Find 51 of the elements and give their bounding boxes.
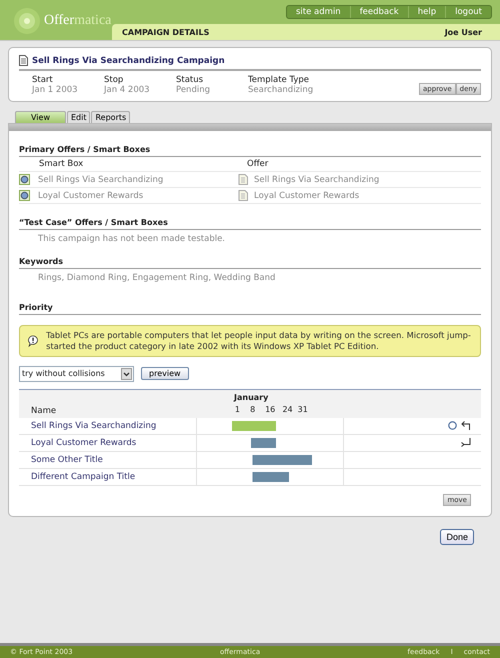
month-label: January bbox=[234, 392, 268, 402]
tab[interactable]: View bbox=[15, 111, 66, 123]
field-label: Template Type bbox=[248, 75, 310, 85]
circle-icon[interactable] bbox=[448, 421, 457, 430]
notice-text: Tablet PCs are portable computers that let people input data by writing on the screen. Microsoft jump-started the product category in late 2002 with its Windows XP Tablet PC Edition. bbox=[46, 330, 472, 352]
day-tick-label: 24 bbox=[282, 404, 293, 414]
field-value: Jan 4 2003 bbox=[104, 85, 151, 95]
day-tick-label: 16 bbox=[265, 404, 276, 414]
corner-arrow-icon[interactable] bbox=[461, 438, 471, 448]
day-tick-label: 8 bbox=[250, 404, 256, 414]
section-heading: Keywords bbox=[19, 257, 481, 269]
field-label: Stop bbox=[104, 75, 124, 85]
globe-box-icon bbox=[19, 190, 30, 201]
section-title: CAMPAIGN DETAILS bbox=[122, 28, 210, 36]
section-heading: Primary Offers / Smart Boxes bbox=[19, 145, 481, 157]
return-arrow-icon[interactable] bbox=[461, 421, 471, 430]
smart-box-name: Sell Rings Via Searchandizing bbox=[38, 174, 164, 184]
field-label: Status bbox=[176, 75, 204, 85]
campaign-link[interactable]: Some Other Title bbox=[19, 452, 197, 468]
column-header: Smart Box bbox=[39, 159, 84, 169]
field-label: Start bbox=[32, 75, 54, 85]
keyword-list: Rings, Diamond Ring, Engagement Ring, Wedding Band bbox=[38, 273, 481, 283]
field-value: Pending bbox=[176, 85, 211, 95]
tab[interactable]: Edit bbox=[66, 111, 90, 123]
field-value: Jan 1 2003 bbox=[32, 85, 79, 95]
logo-text: Offermatica bbox=[44, 13, 112, 29]
mode-dropdown[interactable]: try without collisions bbox=[19, 366, 134, 382]
tab[interactable]: Reports bbox=[91, 111, 130, 123]
section-heading: Priority bbox=[19, 303, 481, 315]
document-icon bbox=[238, 190, 248, 201]
smart-box-name: Loyal Customer Rewards bbox=[38, 190, 144, 200]
campaign-title: Sell Rings Via Searchandizing Campaign bbox=[32, 56, 225, 66]
globe-box-icon bbox=[19, 174, 30, 185]
section-heading: “Test Case” Offers / Smart Boxes bbox=[19, 218, 481, 230]
document-icon bbox=[238, 174, 248, 185]
testable-message: This campaign has not been made testable. bbox=[38, 234, 226, 244]
campaign-link[interactable]: Sell Rings Via Searchandizing bbox=[19, 418, 197, 434]
document-icon bbox=[19, 55, 28, 66]
preview-button[interactable]: preview bbox=[141, 367, 189, 380]
user-name: Joe User bbox=[444, 28, 482, 36]
offer-name: Loyal Customer Rewards bbox=[254, 190, 360, 200]
campaign-link[interactable]: Different Campaign Title bbox=[19, 468, 197, 485]
campaign-link[interactable]: Loyal Customer Rewards bbox=[19, 434, 197, 451]
sunburst-logo-icon bbox=[12, 6, 42, 36]
done-button[interactable]: Done bbox=[440, 528, 474, 545]
field-value: Searchandizing bbox=[248, 85, 314, 95]
column-header: Offer bbox=[247, 159, 268, 169]
column-header: Name bbox=[30, 406, 58, 418]
day-tick-label: 1 bbox=[234, 404, 240, 414]
day-tick-label: 31 bbox=[298, 404, 308, 414]
offer-name: Sell Rings Via Searchandizing bbox=[254, 174, 380, 184]
